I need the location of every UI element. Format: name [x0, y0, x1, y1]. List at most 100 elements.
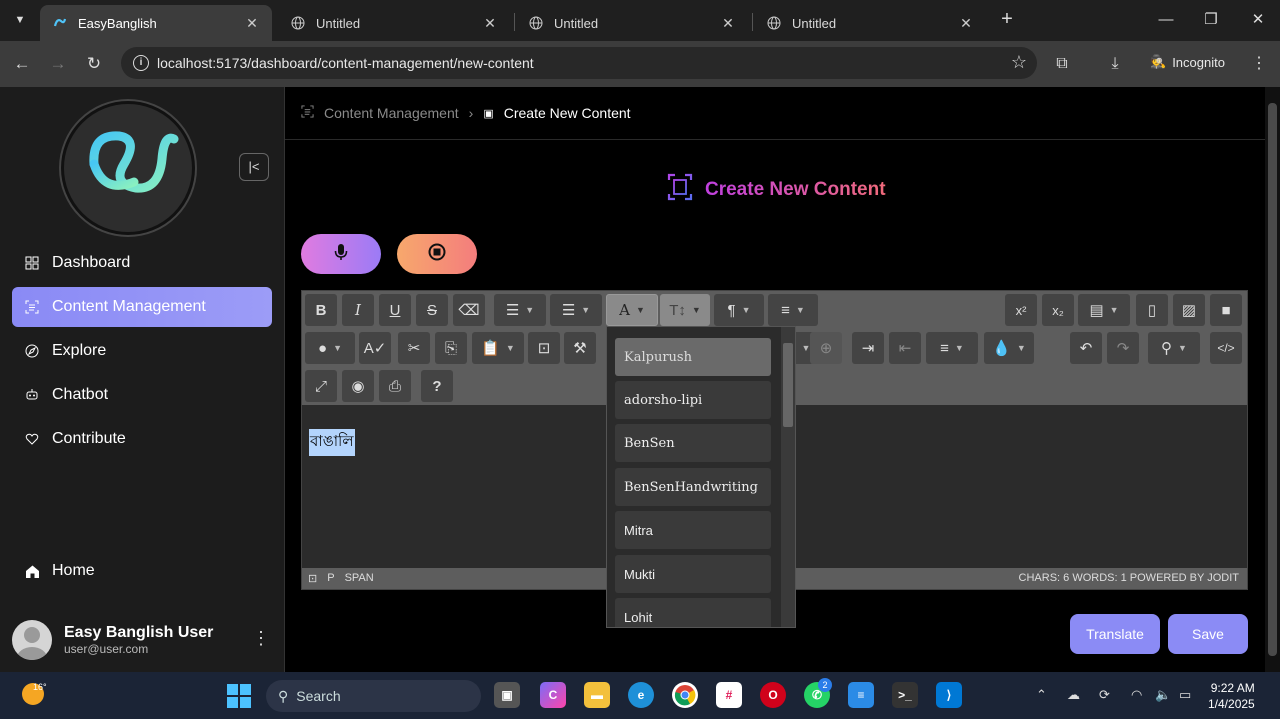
- select-all-button[interactable]: ⊡: [528, 332, 560, 364]
- task-view-icon[interactable]: ▣: [494, 682, 520, 708]
- help-button[interactable]: ?: [421, 370, 453, 402]
- sync-icon[interactable]: ⟳: [1099, 687, 1110, 703]
- new-tab-plus-icon[interactable]: +: [996, 8, 1018, 30]
- strikethrough-button[interactable]: S: [416, 294, 448, 326]
- microphone-button[interactable]: [301, 234, 381, 274]
- page-scroll-thumb[interactable]: [1268, 103, 1277, 656]
- close-tab-icon[interactable]: ✕: [720, 15, 736, 32]
- video-button[interactable]: ■: [1210, 294, 1242, 326]
- fullscreen-button[interactable]: ⤢: [305, 370, 337, 402]
- user-profile[interactable]: Easy Banglish User user@user.com ⋮: [12, 614, 276, 664]
- edge-icon[interactable]: e: [628, 682, 654, 708]
- file-button[interactable]: ▤ ▼: [1078, 294, 1130, 326]
- stop-recording-button[interactable]: [397, 234, 477, 274]
- editor-selected-text[interactable]: বাঙালি: [309, 429, 355, 456]
- forward-arrow-icon[interactable]: →: [45, 51, 71, 77]
- save-button[interactable]: Save: [1168, 614, 1248, 654]
- browser-tab-untitled-1[interactable]: Untitled ✕: [278, 5, 510, 41]
- taskbar-search[interactable]: ⚲ Search: [266, 680, 481, 712]
- translate-button[interactable]: Translate: [1070, 614, 1160, 654]
- restore-icon[interactable]: ❐: [1199, 8, 1223, 32]
- find-button[interactable]: ⚲ ▼: [1148, 332, 1200, 364]
- outdent-button[interactable]: ⇤: [889, 332, 921, 364]
- status-path-p[interactable]: P: [327, 572, 334, 585]
- sidebar-item-home[interactable]: Home: [12, 551, 272, 591]
- browser-menu-icon[interactable]: ⋮: [1247, 52, 1271, 76]
- font-option-lohit[interactable]: Lohit: [615, 598, 771, 627]
- clock[interactable]: 9:22 AM 1/4/2025: [1208, 680, 1255, 712]
- page-scrollbar[interactable]: [1265, 87, 1280, 672]
- dropdown-scroll-thumb[interactable]: [783, 343, 793, 427]
- download-icon[interactable]: ⤓: [1103, 52, 1127, 76]
- paragraph-button[interactable]: ¶ ▼: [714, 294, 764, 326]
- more-options-icon[interactable]: ⋮: [252, 628, 270, 649]
- symbols-button[interactable]: ⊕: [810, 332, 842, 364]
- copy-format-button[interactable]: ⚒: [564, 332, 596, 364]
- bookmark-star-icon[interactable]: ☆: [1011, 52, 1027, 73]
- bullet-list-button[interactable]: ☰ ▼: [494, 294, 546, 326]
- font-option-mukti[interactable]: Mukti: [615, 555, 771, 593]
- incognito-indicator[interactable]: 🕵 Incognito: [1150, 54, 1225, 70]
- url-text[interactable]: localhost:5173/dashboard/content-managem…: [157, 55, 534, 71]
- opera-icon[interactable]: O: [760, 682, 786, 708]
- sidebar-item-chatbot[interactable]: Chatbot: [12, 375, 272, 415]
- collapse-sidebar-button[interactable]: |<: [239, 153, 269, 181]
- status-path-span[interactable]: SPAN: [345, 572, 374, 585]
- slack-icon[interactable]: #: [716, 682, 742, 708]
- italic-button[interactable]: I: [342, 294, 374, 326]
- back-arrow-icon[interactable]: ←: [9, 51, 35, 77]
- sidebar-item-explore[interactable]: Explore: [12, 331, 272, 371]
- redo-button[interactable]: ↷: [1107, 332, 1139, 364]
- speech-button[interactable]: ● ▼: [305, 332, 355, 364]
- underline-button[interactable]: U: [379, 294, 411, 326]
- app-logo[interactable]: [61, 101, 195, 235]
- windows-start-icon[interactable]: [227, 684, 251, 708]
- eraser-button[interactable]: ⌫: [453, 294, 485, 326]
- copilot-icon[interactable]: C: [540, 682, 566, 708]
- brush-color-button[interactable]: 💧 ▼: [984, 332, 1034, 364]
- paste-button[interactable]: 📋 ▼: [472, 332, 524, 364]
- source-code-button[interactable]: </>: [1210, 332, 1242, 364]
- chevron-up-icon[interactable]: ⌃: [1036, 687, 1047, 703]
- numbered-list-button[interactable]: ☰ ▼: [550, 294, 602, 326]
- copy-button[interactable]: ⎘: [435, 332, 467, 364]
- close-tab-icon[interactable]: ✕: [244, 15, 260, 32]
- indent-button[interactable]: ⇥: [852, 332, 884, 364]
- sidebar-item-content-management[interactable]: Content Management: [12, 287, 272, 327]
- image-button[interactable]: ▨: [1173, 294, 1205, 326]
- print-button[interactable]: ⎙: [379, 370, 411, 402]
- avatar[interactable]: [12, 620, 52, 660]
- minimize-icon[interactable]: —: [1154, 8, 1178, 32]
- close-tab-icon[interactable]: ✕: [958, 15, 974, 32]
- wifi-icon[interactable]: ◠: [1131, 687, 1142, 703]
- extensions-puzzle-icon[interactable]: ⧉: [1050, 52, 1074, 76]
- superscript-button[interactable]: x²: [1005, 294, 1037, 326]
- document-button[interactable]: ▯: [1136, 294, 1168, 326]
- font-family-button[interactable]: A ▼: [606, 294, 658, 326]
- volume-icon[interactable]: 🔈: [1155, 687, 1171, 703]
- terminal-icon[interactable]: >_: [892, 682, 918, 708]
- font-size-button[interactable]: T↕ ▼: [660, 294, 710, 326]
- align-button[interactable]: ≡ ▼: [926, 332, 978, 364]
- close-tab-icon[interactable]: ✕: [482, 15, 498, 32]
- chrome-icon[interactable]: [672, 682, 698, 708]
- status-menu-icon[interactable]: ⊡: [308, 572, 317, 585]
- browser-tab-untitled-2[interactable]: Untitled ✕: [516, 5, 748, 41]
- undo-button[interactable]: ↶: [1070, 332, 1102, 364]
- spellcheck-button[interactable]: A✓: [359, 332, 391, 364]
- reload-icon[interactable]: ↻: [81, 51, 107, 77]
- site-info-icon[interactable]: i: [133, 55, 149, 71]
- vscode-icon[interactable]: ⟩: [936, 682, 962, 708]
- notepad-icon[interactable]: ≡: [848, 682, 874, 708]
- dropdown-scrollbar[interactable]: [781, 327, 795, 627]
- sidebar-item-dashboard[interactable]: Dashboard: [12, 243, 272, 283]
- browser-tab-untitled-3[interactable]: Untitled ✕: [754, 5, 986, 41]
- bold-button[interactable]: B: [305, 294, 337, 326]
- cut-button[interactable]: ✂: [398, 332, 430, 364]
- sidebar-item-contribute[interactable]: Contribute: [12, 419, 272, 459]
- onedrive-cloud-icon[interactable]: ☁: [1067, 687, 1080, 703]
- close-window-icon[interactable]: ✕: [1246, 8, 1270, 32]
- font-option-bensenhandwriting[interactable]: BenSenHandwriting: [615, 468, 771, 506]
- tab-search-chevron-icon[interactable]: ▼: [8, 8, 32, 32]
- font-option-mitra[interactable]: Mitra: [615, 511, 771, 549]
